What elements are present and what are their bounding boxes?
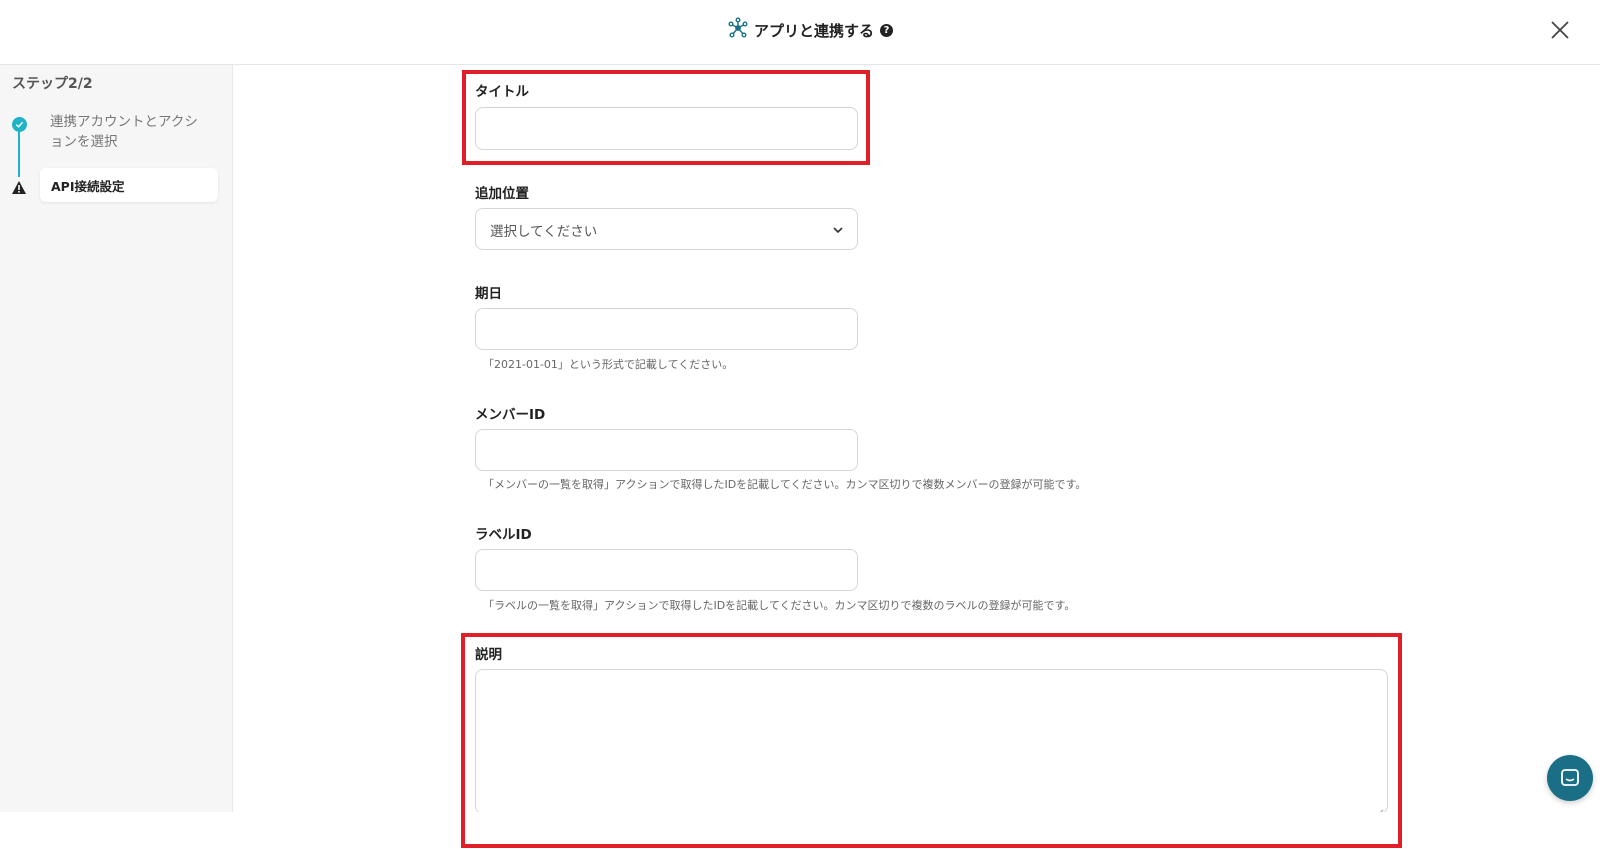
chat-support-button[interactable]	[1547, 755, 1593, 801]
question-circle-icon[interactable]: ?	[880, 23, 894, 37]
position-select[interactable]: 選択してください	[475, 208, 858, 250]
integration-network-icon	[728, 17, 748, 43]
highlight-box-title	[462, 70, 870, 165]
due-date-label: 期日	[475, 286, 502, 302]
close-icon	[1551, 21, 1569, 39]
step-item-select-action[interactable]: 連携アカウントとアクションを選択	[50, 112, 210, 152]
highlight-box-description	[461, 633, 1402, 848]
label-id-label: ラベルID	[475, 527, 532, 543]
step-indicator: ステップ2/2	[12, 76, 93, 92]
header-title-group: アプリと連携する ?	[728, 17, 894, 43]
member-id-label: メンバーID	[475, 407, 546, 423]
position-select-placeholder: 選択してください	[490, 224, 598, 240]
due-date-help: 「2021-01-01」という形式で記載してください。	[483, 358, 734, 371]
member-id-help: 「メンバーの一覧を取得」アクションで取得したIDを記載してください。カンマ区切り…	[483, 478, 1087, 491]
label-id-input[interactable]	[475, 549, 858, 591]
step-item-api-settings[interactable]: API接続設定	[40, 168, 218, 202]
steps-sidebar: ステップ2/2 連携アカウントとアクションを選択 API接続設定	[0, 65, 233, 812]
chat-icon	[1561, 769, 1579, 786]
due-date-input[interactable]	[475, 308, 858, 350]
check-circle-icon	[12, 117, 27, 132]
page-title: アプリと連携する	[754, 21, 875, 40]
member-id-input[interactable]	[475, 429, 858, 471]
position-label: 追加位置	[475, 186, 529, 202]
modal-header: アプリと連携する ?	[0, 0, 1600, 65]
chevron-down-icon	[831, 222, 845, 236]
label-id-help: 「ラベルの一覧を取得」アクションで取得したIDを記載してください。カンマ区切りで…	[483, 599, 1076, 612]
step-connector-line	[18, 125, 20, 177]
warning-triangle-icon	[11, 180, 27, 195]
close-button[interactable]	[1548, 18, 1572, 42]
